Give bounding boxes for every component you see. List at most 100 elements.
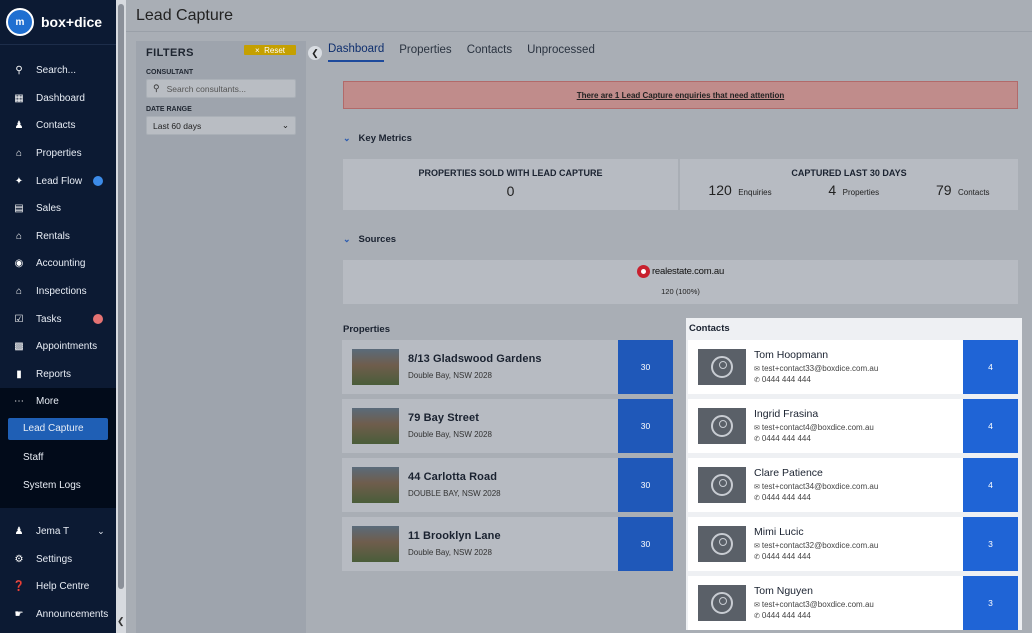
contact-phone: 0444 444 444 [761, 434, 811, 443]
contact-count[interactable]: 4 [963, 340, 1018, 394]
sidebar-item-rentals[interactable]: ⌂ Rentals [0, 223, 116, 251]
sidebar-item-inspections[interactable]: ⌂ Inspections [0, 278, 116, 306]
sidebar-item-system-logs[interactable]: System Logs [0, 472, 116, 500]
contact-phone-row: ✆ 0444 444 444 [754, 611, 811, 620]
property-photo [352, 467, 399, 503]
properties-num: 4 [828, 182, 837, 198]
contact-name: Mimi Lucic [754, 526, 804, 538]
chevron-down-icon: ⌄ [343, 133, 351, 143]
contact-card[interactable]: Mimi Lucic ✉ test+contact32@boxdice.com.a… [688, 517, 1018, 571]
property-location: Double Bay, NSW 2028 [408, 371, 492, 380]
contact-card[interactable]: Tom Hoopmann ✉ test+contact33@boxdice.com… [688, 340, 1018, 394]
property-title: 44 Carlotta Road [408, 471, 498, 483]
contact-phone-row: ✆ 0444 444 444 [754, 375, 811, 384]
more-section: ⋯ More Lead Capture Staff System Logs [0, 388, 116, 508]
attention-alert[interactable]: There are 1 Lead Capture enquiries that … [343, 81, 1018, 109]
bottom-nav: ♟ Jema T ⌄ ⚙ Settings ❓ Help Centre ☛ Announc… [0, 518, 116, 628]
scroll-thumb[interactable] [118, 4, 124, 589]
sidebar-item-label: Tasks [36, 313, 62, 325]
date-range-select[interactable]: Last 60 days ⌄ [146, 116, 296, 135]
sidebar-item-label: Inspections [36, 286, 87, 298]
source-count: 120 (100%) [661, 287, 700, 296]
tab-bar: Dashboard Properties Contacts Unprocesse… [316, 32, 1032, 62]
user-icon: ♟ [14, 526, 24, 538]
contacts-heading: Contacts [689, 323, 730, 334]
more-icon: ⋯ [14, 396, 24, 408]
sidebar-item-appointments[interactable]: ▩ Appointments [0, 333, 116, 361]
sidebar-item-announcements[interactable]: ☛ Announcements [0, 601, 116, 629]
tab-contacts[interactable]: Contacts [467, 44, 512, 62]
mail-icon: ✉ [754, 602, 760, 609]
property-card[interactable]: 44 Carlotta Road DOUBLE BAY, NSW 2028 30 [342, 458, 673, 512]
chevron-down-icon: ⌄ [281, 120, 289, 130]
contact-name: Tom Hoopmann [754, 349, 829, 361]
reset-button[interactable]: × Reset [244, 45, 296, 55]
contact-count[interactable]: 3 [963, 576, 1018, 630]
sidebar-item-dashboard[interactable]: ▦ Dashboard [0, 85, 116, 113]
sidebar-scrollbar[interactable]: ❮ [116, 0, 126, 633]
captured-stats: 120 Enquiries 4 Properties 79 Contacts [680, 182, 1018, 200]
property-count[interactable]: 30 [618, 340, 673, 394]
chevron-down-icon: ⌄ [97, 526, 105, 537]
property-count[interactable]: 30 [618, 399, 673, 453]
phone-icon: ✆ [754, 613, 760, 620]
sidebar-item-lead-capture[interactable]: Lead Capture [8, 417, 108, 440]
sidebar-item-search[interactable]: ⚲ Search... [0, 57, 116, 85]
properties-sold-title: PROPERTIES SOLD WITH LEAD CAPTURE [418, 168, 603, 178]
sidebar-item-contacts[interactable]: ♟ Contacts [0, 112, 116, 140]
tab-dashboard[interactable]: Dashboard [328, 43, 385, 62]
inspections-icon: ⌂ [15, 286, 23, 298]
accounting-icon: ◉ [14, 258, 24, 270]
sidebar-item-label: Announcements [36, 608, 109, 620]
contact-count[interactable]: 4 [963, 458, 1018, 512]
mail-icon: ✉ [754, 543, 760, 550]
sidebar-item-label: Contacts [36, 120, 76, 132]
property-count[interactable]: 30 [618, 458, 673, 512]
contact-name: Clare Patience [754, 467, 823, 479]
property-count[interactable]: 30 [618, 517, 673, 571]
contacts-panel: Contacts Tom Hoopmann ✉ test+contact33@bo… [686, 318, 1022, 630]
property-card[interactable]: 8/13 Gladswood Gardens Double Bay, NSW 2… [342, 340, 673, 394]
property-title: 11 Brooklyn Lane [408, 530, 501, 542]
lead-flow-badge [93, 176, 103, 187]
sidebar-item-lead-flow[interactable]: ✦ Lead Flow [0, 167, 116, 195]
sidebar-item-label: Settings [36, 553, 73, 565]
key-metrics-toggle[interactable]: ⌄ Key Metrics [343, 133, 412, 144]
properties-sold-value: 0 [506, 183, 515, 199]
sidebar-item-label: Help Centre [36, 581, 90, 593]
contact-count[interactable]: 3 [963, 517, 1018, 571]
sidebar-item-staff[interactable]: Staff [0, 444, 116, 472]
close-icon: × [254, 45, 265, 55]
contact-name: Tom Nguyen [754, 585, 813, 597]
contact-card[interactable]: Tom Nguyen ✉ test+contact3@boxdice.com.au… [688, 576, 1018, 630]
property-card[interactable]: 11 Brooklyn Lane Double Bay, NSW 2028 30 [342, 517, 673, 571]
sources-toggle[interactable]: ⌄ Sources [343, 234, 396, 245]
tab-unprocessed[interactable]: Unprocessed [527, 44, 595, 62]
tab-properties[interactable]: Properties [399, 44, 451, 62]
sidebar-item-tasks[interactable]: ☑ Tasks [0, 305, 116, 333]
sidebar-item-properties[interactable]: ⌂ Properties [0, 140, 116, 168]
logo[interactable]: m box+dice [0, 0, 116, 45]
sidebar-item-reports[interactable]: ▮ Reports [0, 361, 116, 389]
sidebar-item-sales[interactable]: ▤ Sales [0, 195, 116, 223]
sidebar-item-label: Properties [36, 148, 82, 160]
user-menu[interactable]: ♟ Jema T ⌄ [0, 518, 116, 546]
avatar [698, 408, 746, 444]
phone-icon: ✆ [754, 495, 760, 502]
property-title: 79 Bay Street [408, 412, 480, 424]
sidebar-item-settings[interactable]: ⚙ Settings [0, 546, 116, 574]
sidebar-item-accounting[interactable]: ◉ Accounting [0, 250, 116, 278]
contact-card[interactable]: Ingrid Frasina ✉ test+contact4@boxdice.co… [688, 399, 1018, 453]
property-card[interactable]: 79 Bay Street Double Bay, NSW 2028 30 [342, 399, 673, 453]
contact-count[interactable]: 4 [963, 399, 1018, 453]
contact-email: test+contact3@boxdice.com.au [761, 600, 874, 609]
chevron-left-icon[interactable]: ❮ [117, 616, 125, 627]
contact-email: test+contact4@boxdice.com.au [761, 423, 874, 432]
consultant-search-input[interactable]: ⚲ Search consultants... [146, 79, 296, 98]
property-location: Double Bay, NSW 2028 [408, 430, 492, 439]
search-icon: ⚲ [15, 65, 23, 77]
contact-card[interactable]: Clare Patience ✉ test+contact34@boxdice.c… [688, 458, 1018, 512]
properties-stat: 4 Properties [828, 182, 879, 200]
sidebar-item-help[interactable]: ❓ Help Centre [0, 573, 116, 601]
sidebar-item-more[interactable]: ⋯ More [0, 388, 116, 416]
